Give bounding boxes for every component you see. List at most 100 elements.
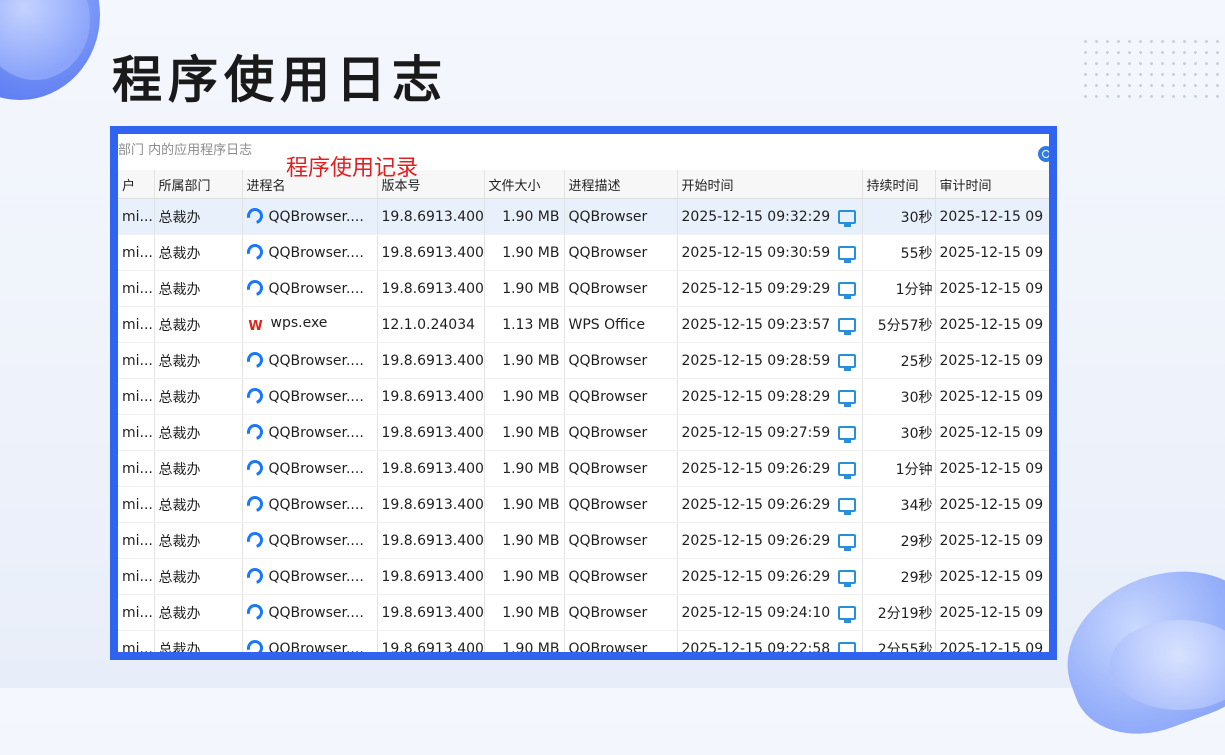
description-cell: QQBrowser: [564, 378, 678, 415]
start-time-text: 2025-12-15 09:29:29: [681, 280, 831, 297]
start-time-text: 2025-12-15 09:27:59: [681, 424, 831, 441]
monitor-icon[interactable]: [838, 461, 856, 479]
table-row[interactable]: mi... 总裁办 QQBrowser.... 19.8.6913.400 1.90 M…: [118, 558, 1049, 595]
user-cell: mi...: [118, 630, 155, 652]
start-time-cell: 2025-12-15 09:26:29: [677, 486, 863, 523]
file-size-cell: 1.90 MB: [484, 414, 565, 451]
table-row[interactable]: mi... 总裁办 QQBrowser.... 19.8.6913.400 1.90 M…: [118, 378, 1049, 415]
column-header[interactable]: 开始时间: [677, 170, 863, 199]
start-time-cell: 2025-12-15 09:28:29: [677, 378, 863, 415]
column-header[interactable]: 户: [118, 170, 155, 199]
monitor-icon[interactable]: [838, 605, 856, 623]
process-name-text: QQBrowser....: [268, 569, 364, 585]
decorative-dot-grid: [1080, 36, 1220, 102]
table-row[interactable]: mi... 总裁办 QQBrowser.... 19.8.6913.400 1.90 M…: [118, 234, 1049, 271]
department-cell: 总裁办: [154, 450, 243, 487]
table-row[interactable]: mi... 总裁办 QQBrowser.... 19.8.6913.400 1.90 M…: [118, 198, 1049, 235]
audit-time-cell: 2025-12-15 09: [935, 378, 1049, 415]
description-cell: QQBrowser: [564, 234, 678, 271]
user-cell: mi...: [118, 342, 155, 379]
start-time-cell: 2025-12-15 09:29:29: [677, 270, 863, 307]
file-size-cell: 1.90 MB: [484, 198, 565, 235]
file-size-cell: 1.90 MB: [484, 594, 565, 631]
monitor-icon[interactable]: [838, 209, 856, 227]
column-header[interactable]: 进程描述: [564, 170, 678, 199]
monitor-icon[interactable]: [838, 281, 856, 299]
process-name-cell: QQBrowser....: [242, 234, 378, 271]
file-size-cell: 1.13 MB: [484, 306, 565, 343]
table-row[interactable]: mi... 总裁办 QQBrowser.... 19.8.6913.400 1.90 M…: [118, 486, 1049, 523]
file-size-cell: 1.90 MB: [484, 378, 565, 415]
search-icon[interactable]: [1038, 146, 1049, 162]
process-name-cell: QQBrowser....: [242, 630, 378, 652]
duration-cell: 29秒: [862, 558, 936, 595]
start-time-cell: 2025-12-15 09:23:57: [677, 306, 863, 343]
version-cell: 19.8.6913.400: [377, 270, 485, 307]
start-time-cell: 2025-12-15 09:26:29: [677, 522, 863, 559]
department-cell: 总裁办: [154, 306, 243, 343]
process-name-text: QQBrowser....: [268, 497, 364, 513]
description-cell: QQBrowser: [564, 450, 678, 487]
file-size-cell: 1.90 MB: [484, 630, 565, 652]
column-header[interactable]: 文件大小: [484, 170, 565, 199]
table-row[interactable]: mi... 总裁办 QQBrowser.... 19.8.6913.400 1.90 M…: [118, 594, 1049, 631]
process-name-text: QQBrowser....: [268, 353, 364, 369]
description-cell: QQBrowser: [564, 594, 678, 631]
window-toolbar: 部门 内的应用程序日志: [118, 134, 1049, 171]
process-name-cell: Wwps.exe: [242, 306, 378, 343]
start-time-cell: 2025-12-15 09:32:29: [677, 198, 863, 235]
description-cell: QQBrowser: [564, 198, 678, 235]
table-row[interactable]: mi... 总裁办 QQBrowser.... 19.8.6913.400 1.90 M…: [118, 414, 1049, 451]
user-cell: mi...: [118, 414, 155, 451]
department-cell: 总裁办: [154, 234, 243, 271]
department-cell: 总裁办: [154, 378, 243, 415]
table-row[interactable]: mi... 总裁办 QQBrowser.... 19.8.6913.400 1.90 M…: [118, 630, 1049, 652]
start-time-text: 2025-12-15 09:28:29: [681, 388, 831, 405]
audit-time-cell: 2025-12-15 09: [935, 558, 1049, 595]
process-name-cell: QQBrowser....: [242, 378, 378, 415]
process-name-text: QQBrowser....: [268, 245, 364, 261]
monitor-icon[interactable]: [838, 641, 856, 652]
monitor-icon[interactable]: [838, 317, 856, 335]
qq-browser-icon: [243, 565, 266, 587]
description-cell: WPS Office: [564, 306, 678, 343]
audit-time-cell: 2025-12-15 09: [935, 630, 1049, 652]
file-size-cell: 1.90 MB: [484, 450, 565, 487]
table-row[interactable]: mi... 总裁办 QQBrowser.... 19.8.6913.400 1.90 M…: [118, 342, 1049, 379]
monitor-icon[interactable]: [838, 245, 856, 263]
column-header[interactable]: 所属部门: [154, 170, 243, 199]
table-row[interactable]: mi... 总裁办 QQBrowser.... 19.8.6913.400 1.90 M…: [118, 450, 1049, 487]
monitor-icon[interactable]: [838, 389, 856, 407]
file-size-cell: 1.90 MB: [484, 486, 565, 523]
file-size-cell: 1.90 MB: [484, 234, 565, 271]
monitor-icon[interactable]: [838, 569, 856, 587]
column-header[interactable]: 审计时间: [935, 170, 1049, 199]
start-time-text: 2025-12-15 09:26:29: [681, 496, 831, 513]
start-time-cell: 2025-12-15 09:26:29: [677, 558, 863, 595]
column-header[interactable]: 持续时间: [862, 170, 936, 199]
department-cell: 总裁办: [154, 630, 243, 652]
monitor-icon[interactable]: [838, 533, 856, 551]
start-time-text: 2025-12-15 09:26:29: [681, 460, 831, 477]
qq-browser-icon: [243, 457, 266, 479]
process-name-cell: QQBrowser....: [242, 450, 378, 487]
duration-cell: 2分55秒: [862, 630, 936, 652]
table-row[interactable]: mi... 总裁办 QQBrowser.... 19.8.6913.400 1.90 M…: [118, 270, 1049, 307]
table-row[interactable]: mi... 总裁办 Wwps.exe 12.1.0.24034 1.13 MB WPS O…: [118, 306, 1049, 343]
monitor-icon[interactable]: [838, 353, 856, 371]
process-name-text: wps.exe: [270, 314, 328, 331]
duration-cell: 2分19秒: [862, 594, 936, 631]
user-cell: mi...: [118, 234, 155, 271]
table-row[interactable]: mi... 总裁办 QQBrowser.... 19.8.6913.400 1.90 M…: [118, 522, 1049, 559]
version-cell: 19.8.6913.400: [377, 630, 485, 652]
version-cell: 19.8.6913.400: [377, 378, 485, 415]
description-cell: QQBrowser: [564, 270, 678, 307]
department-cell: 总裁办: [154, 594, 243, 631]
audit-time-cell: 2025-12-15 09: [935, 414, 1049, 451]
process-name-cell: QQBrowser....: [242, 198, 378, 235]
monitor-icon[interactable]: [838, 425, 856, 443]
program-log-table: 户所属部门 进程名 版本号 文件大小 进程描述 开始时间 持续时间 审计时间 mi... 总裁办…: [118, 170, 1049, 652]
monitor-icon[interactable]: [838, 497, 856, 515]
department-cell: 总裁办: [154, 198, 243, 235]
audit-time-cell: 2025-12-15 09: [935, 594, 1049, 631]
